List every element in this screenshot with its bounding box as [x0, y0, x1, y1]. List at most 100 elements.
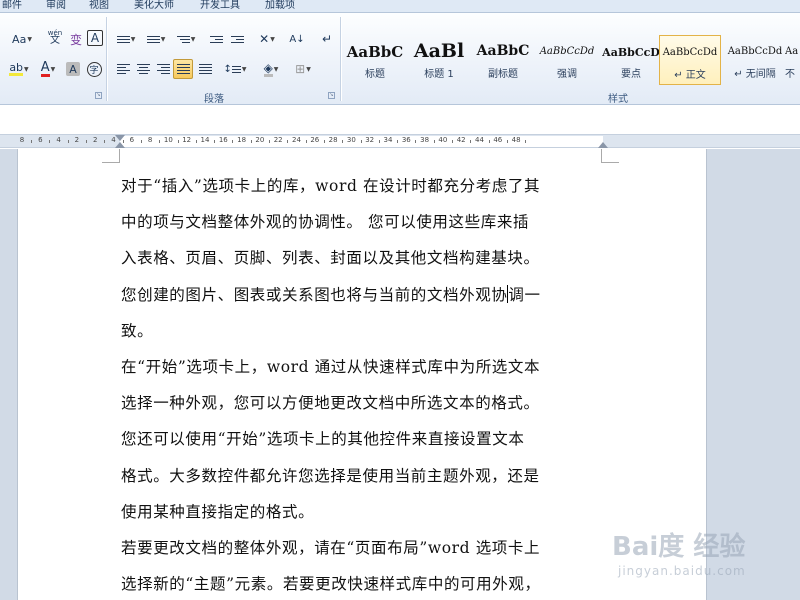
font-color-button[interactable]: A ▼	[36, 60, 60, 78]
ribbon-gap	[0, 106, 800, 134]
ruler-tick	[470, 140, 472, 143]
ruler-number: 40	[438, 136, 448, 144]
decrease-indent-button[interactable]	[207, 30, 225, 48]
style-name: 不	[785, 69, 795, 80]
ruler-number: 42	[456, 136, 466, 144]
paragraph-dialog-launcher-icon[interactable]: ↘	[328, 92, 335, 99]
clear-format-button[interactable]: 变	[68, 30, 84, 48]
ruler-number: 14	[200, 136, 210, 144]
font-dialog-launcher-icon[interactable]: ↘	[95, 92, 102, 99]
ruler-number: 48	[511, 136, 521, 144]
line-spacing-icon: ↕	[223, 63, 232, 75]
chinese-layout-button[interactable]: ✕ ▼	[254, 30, 280, 48]
horizontal-ruler[interactable]: 8 6 4 2 2 4 6 8 10 12 14 16 18 20 22 24 26 28 30 32 34 36 38 40…	[0, 134, 800, 148]
style-sample: AaBbCcDd	[662, 47, 718, 58]
style-normal[interactable]: AaBbCcDd ↵ 正文	[659, 35, 721, 85]
line-text-before-caret: 您创建的图片、图表或关系图也将与当前的文档外观协	[121, 285, 508, 304]
style-name: ↵ 正文	[674, 70, 706, 81]
ruler-number: 12	[182, 136, 192, 144]
ruler-tick	[86, 140, 88, 143]
tab-mailings[interactable]: 邮件	[2, 0, 22, 12]
highlighter-icon: ab	[9, 61, 24, 76]
style-no-spacing[interactable]: AaBbCcDd ↵ 无间隔	[725, 35, 785, 85]
document-line: 您创建的图片、图表或关系图也将与当前的文档外观协调一	[121, 281, 606, 317]
ruler-tick	[140, 140, 142, 143]
style-sample: AaBbCcDd	[727, 46, 783, 57]
character-border-button[interactable]: A	[87, 30, 103, 46]
align-right-icon	[156, 64, 170, 74]
first-line-indent-marker-icon[interactable]	[115, 135, 125, 141]
ruler-number: 22	[273, 136, 283, 144]
sort-icon: A↓	[289, 33, 305, 45]
style-strong[interactable]: AaBbCcD 要点	[601, 35, 661, 85]
style-partial[interactable]: Aa 不	[785, 35, 800, 85]
margin-corner-marker	[601, 149, 619, 163]
ruler-tick	[159, 140, 161, 143]
tab-beautify-master[interactable]: 美化大师	[134, 0, 174, 12]
bullets-button[interactable]: ▼	[113, 30, 139, 48]
ruler-number: 28	[328, 136, 338, 144]
paint-bucket-icon: ◈	[263, 60, 273, 77]
ruler-tick	[250, 140, 252, 143]
document-line: 中的项与文档整体外观的协调性。 您可以使用这些库来插	[121, 213, 530, 232]
align-center-button[interactable]	[134, 60, 152, 78]
line-spacing-button[interactable]: ↕ ▼	[222, 60, 248, 78]
shading-button[interactable]: ◈ ▼	[258, 60, 284, 78]
ruler-tick	[287, 140, 289, 143]
document-body[interactable]: 对于“插入”选项卡上的库，word 在设计时都充分考虑了其 中的项与文档整体外观…	[121, 172, 606, 600]
borders-button[interactable]: ⊞ ▼	[290, 60, 316, 78]
multilevel-list-button[interactable]: ▼	[173, 30, 199, 48]
ruler-number: 34	[383, 136, 393, 144]
ruler-tick	[177, 140, 179, 143]
change-case-button[interactable]: Aa ▼	[8, 30, 36, 48]
document-line: 致。	[121, 321, 154, 340]
phonetic-guide-button[interactable]: wén 文	[46, 28, 64, 46]
ruler-tick	[305, 140, 307, 143]
document-line: 选择新的“主题”元素。若要更改快速样式库中的可用外观，	[121, 575, 541, 594]
numbering-button[interactable]: ▼	[143, 30, 169, 48]
hanging-indent-marker-icon[interactable]	[115, 142, 125, 148]
ruler-tick	[506, 140, 508, 143]
ruler-tick	[433, 140, 435, 143]
sort-button[interactable]: A↓	[288, 30, 306, 48]
style-subtitle[interactable]: AaBbC 副标题	[473, 35, 533, 85]
character-shading-button[interactable]: A	[66, 62, 80, 76]
style-sample: AaBl	[413, 40, 465, 62]
dropdown-arrow-icon: ▼	[50, 65, 56, 73]
right-indent-marker-icon[interactable]	[598, 142, 608, 148]
border-grid-icon: ⊞	[295, 62, 306, 76]
highlight-color-button[interactable]: ab ▼	[4, 60, 34, 78]
document-line: 格式。大多数控件都允许您选择是使用当前主题外观，还是	[121, 466, 540, 485]
style-emphasis[interactable]: AaBbCcDd 强调	[537, 35, 597, 85]
align-left-button[interactable]	[114, 60, 132, 78]
ruler-number: 16	[218, 136, 228, 144]
ruler-tick	[525, 140, 527, 143]
decrease-indent-icon	[209, 35, 223, 43]
increase-indent-button[interactable]	[228, 30, 246, 48]
tab-addins[interactable]: 加载项	[265, 0, 295, 12]
bullet-list-icon	[116, 35, 130, 43]
style-heading-1[interactable]: AaBl 标题 1	[409, 35, 469, 85]
style-sample: AaBbC	[476, 43, 530, 59]
ruler-tick	[378, 140, 380, 143]
style-name: 标题 1	[424, 69, 454, 80]
enclose-characters-button[interactable]: 字	[85, 60, 103, 78]
distributed-button[interactable]	[196, 60, 214, 78]
ruler-number: 10	[163, 136, 173, 144]
style-title[interactable]: AaBbC 标题	[345, 35, 405, 85]
increase-indent-icon	[230, 35, 244, 43]
align-right-button[interactable]	[154, 60, 172, 78]
ruler-tick	[415, 140, 417, 143]
show-formatting-marks-button[interactable]: ↵	[318, 30, 336, 48]
document-line: 您还可以使用“开始”选项卡上的其他控件来直接设置文本	[121, 430, 525, 449]
ruler-number: 38	[420, 136, 430, 144]
group-separator	[106, 17, 107, 101]
tab-view[interactable]: 视图	[89, 0, 109, 12]
justify-icon	[176, 64, 190, 74]
tab-developer[interactable]: 开发工具	[200, 0, 240, 12]
tab-review[interactable]: 审阅	[46, 0, 66, 12]
document-line: 入表格、页眉、页脚、列表、封面以及其他文档构建基块。	[121, 249, 540, 268]
style-sample: Aa	[785, 46, 799, 57]
character-shading-label: A	[69, 62, 77, 76]
justify-button[interactable]	[173, 59, 193, 79]
